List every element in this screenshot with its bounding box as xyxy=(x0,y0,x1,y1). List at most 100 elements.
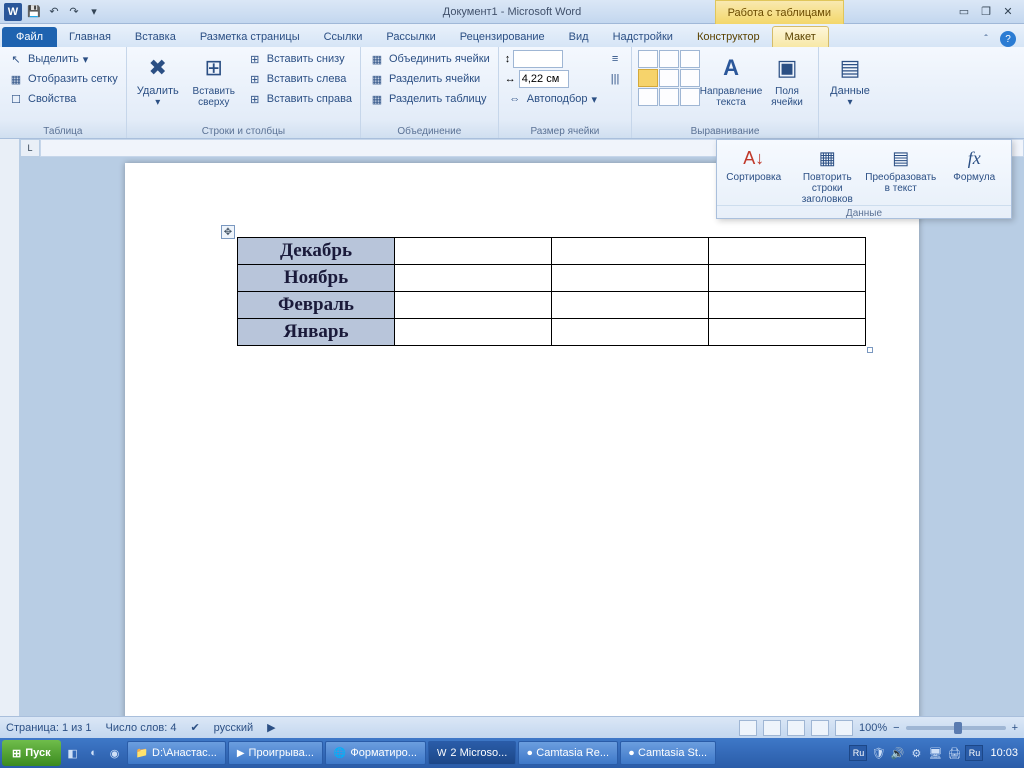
table-cell[interactable] xyxy=(709,292,866,319)
word-app-icon[interactable]: W xyxy=(4,3,22,21)
zoom-out-button[interactable]: − xyxy=(893,722,899,734)
taskbar-item[interactable]: ▶ Проигрыва... xyxy=(228,741,323,765)
restore-button[interactable]: ❐ xyxy=(976,5,996,19)
tab-page-layout[interactable]: Разметка страницы xyxy=(188,27,312,47)
tab-home[interactable]: Главная xyxy=(57,27,123,47)
view-print-layout[interactable] xyxy=(739,720,757,736)
status-word-count[interactable]: Число слов: 4 xyxy=(106,722,177,734)
language-indicator[interactable]: Ru xyxy=(849,745,867,761)
tray-icon[interactable]: 🔊 xyxy=(889,745,905,761)
repeat-header-button[interactable]: ▦Повторить строки заголовков xyxy=(792,144,862,205)
table-cell[interactable] xyxy=(552,265,709,292)
table-cell[interactable] xyxy=(395,265,552,292)
page-scroll[interactable]: ✥ Декабрь Ноябрь Февраль Январь xyxy=(20,157,1024,716)
table-cell[interactable] xyxy=(395,319,552,346)
table-cell[interactable] xyxy=(552,319,709,346)
tab-selector[interactable]: L xyxy=(20,139,40,157)
table-move-handle[interactable]: ✥ xyxy=(221,225,235,239)
table-cell[interactable]: Январь xyxy=(238,319,395,346)
tab-file[interactable]: Файл xyxy=(2,27,57,47)
insert-below-button[interactable]: ⊞Вставить снизу xyxy=(245,50,354,68)
minimize-button[interactable]: ▭ xyxy=(954,5,974,19)
autofit-button[interactable]: ⇔Автоподбор ▾ xyxy=(505,90,599,108)
view-outline[interactable] xyxy=(811,720,829,736)
tab-review[interactable]: Рецензирование xyxy=(448,27,557,47)
taskbar-item[interactable]: 🌐 Форматиро... xyxy=(325,741,426,765)
formula-button[interactable]: fxФормула xyxy=(939,144,1009,183)
taskbar-item[interactable]: W 2 Microso... xyxy=(428,741,516,765)
split-table-button[interactable]: ▦Разделить таблицу xyxy=(367,90,492,108)
col-width-input[interactable] xyxy=(519,70,569,88)
delete-button[interactable]: ✖Удалить▾ xyxy=(133,50,183,108)
table-cell[interactable] xyxy=(709,319,866,346)
tray-icon[interactable]: 🛡 xyxy=(870,745,886,761)
distribute-cols-button[interactable]: ||| xyxy=(605,70,625,88)
vertical-ruler[interactable] xyxy=(0,139,20,716)
convert-to-text-button[interactable]: ▤Преобразовать в текст xyxy=(866,144,936,194)
ql-icon[interactable]: ◐ xyxy=(84,741,104,765)
insert-right-button[interactable]: ⊞Вставить справа xyxy=(245,90,354,108)
proofing-icon[interactable]: ✔ xyxy=(190,721,199,734)
start-button[interactable]: ⊞Пуск xyxy=(2,740,61,766)
split-cells-button[interactable]: ▦Разделить ячейки xyxy=(367,70,492,88)
close-button[interactable]: ✕ xyxy=(998,5,1018,19)
table-cell[interactable] xyxy=(552,238,709,265)
select-button[interactable]: ↖Выделить ▾ xyxy=(6,50,120,68)
language-indicator-2[interactable]: Ru xyxy=(965,745,983,761)
undo-icon[interactable]: ↶ xyxy=(46,4,62,20)
tab-references[interactable]: Ссылки xyxy=(312,27,375,47)
merge-cells-button[interactable]: ▦Объединить ячейки xyxy=(367,50,492,68)
insert-above-button[interactable]: ⊞Вставить сверху xyxy=(189,50,239,108)
view-full-screen[interactable] xyxy=(763,720,781,736)
tab-layout[interactable]: Макет xyxy=(772,26,829,47)
qat-more-icon[interactable]: ▾ xyxy=(86,4,102,20)
zoom-slider[interactable] xyxy=(906,726,1006,730)
tray-icon[interactable]: ⚙ xyxy=(908,745,924,761)
properties-button[interactable]: ☐Свойства xyxy=(6,90,120,108)
status-page[interactable]: Страница: 1 из 1 xyxy=(6,722,92,734)
table-cell[interactable] xyxy=(395,238,552,265)
macro-icon[interactable]: ▶ xyxy=(267,721,275,734)
insert-left-button[interactable]: ⊞Вставить слева xyxy=(245,70,354,88)
tab-insert[interactable]: Вставка xyxy=(123,27,188,47)
table-cell[interactable] xyxy=(709,238,866,265)
tray-icon[interactable]: 🖥 xyxy=(927,745,943,761)
zoom-in-button[interactable]: + xyxy=(1012,722,1018,734)
table-cell[interactable] xyxy=(552,292,709,319)
tab-addins[interactable]: Надстройки xyxy=(601,27,685,47)
taskbar-item[interactable]: ⏺ Camtasia Re... xyxy=(518,741,618,765)
text-direction-button[interactable]: AНаправление текста xyxy=(706,50,756,108)
view-draft[interactable] xyxy=(835,720,853,736)
clock[interactable]: 10:03 xyxy=(986,747,1018,759)
table-cell[interactable] xyxy=(709,265,866,292)
tray-icon[interactable]: 🖨 xyxy=(946,745,962,761)
sort-button[interactable]: A↓Сортировка xyxy=(719,144,789,183)
tab-design[interactable]: Конструктор xyxy=(685,27,772,47)
status-language[interactable]: русский xyxy=(214,722,253,734)
gridlines-button[interactable]: ▦Отобразить сетку xyxy=(6,70,120,88)
alignment-grid[interactable] xyxy=(638,50,700,106)
table-cell[interactable]: Ноябрь xyxy=(238,265,395,292)
help-icon[interactable]: ? xyxy=(1000,31,1016,47)
cell-margins-button[interactable]: ▣Поля ячейки xyxy=(762,50,812,108)
tab-mailings[interactable]: Рассылки xyxy=(374,27,447,47)
document-table[interactable]: Декабрь Ноябрь Февраль Январь xyxy=(237,237,866,346)
distribute-rows-button[interactable]: ≡ xyxy=(605,50,625,68)
redo-icon[interactable]: ↷ xyxy=(66,4,82,20)
tab-view[interactable]: Вид xyxy=(557,27,601,47)
table-cell[interactable]: Февраль xyxy=(238,292,395,319)
table-cell[interactable] xyxy=(395,292,552,319)
zoom-level[interactable]: 100% xyxy=(859,722,887,734)
split-icon: ▦ xyxy=(369,71,385,87)
ql-icon[interactable]: ◉ xyxy=(105,741,125,765)
ql-icon[interactable]: ◧ xyxy=(63,741,83,765)
data-dropdown-button[interactable]: ▤Данные▾ xyxy=(825,50,875,108)
row-height-input[interactable] xyxy=(513,50,563,68)
save-icon[interactable]: 💾 xyxy=(26,4,42,20)
taskbar-item[interactable]: 📁 D:\Анастас... xyxy=(127,741,226,765)
view-web-layout[interactable] xyxy=(787,720,805,736)
table-cell[interactable]: Декабрь xyxy=(238,238,395,265)
table-resize-handle[interactable] xyxy=(867,347,873,353)
taskbar-item[interactable]: ⏺ Camtasia St... xyxy=(620,741,716,765)
minimize-ribbon-icon[interactable]: ˆ xyxy=(978,31,994,47)
